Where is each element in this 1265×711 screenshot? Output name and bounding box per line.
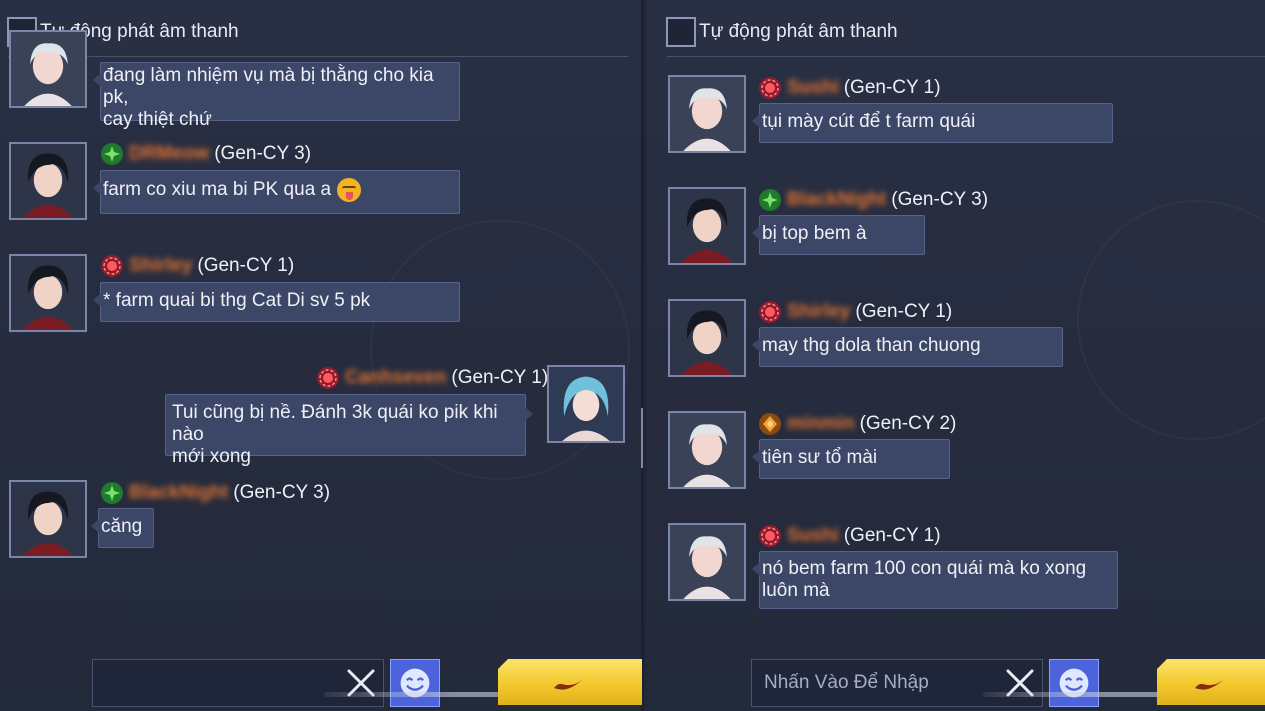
sender-line: Shirley (Gen-CY 1) xyxy=(758,299,952,325)
message-text: tụi mày cút để t farm quái xyxy=(762,111,976,132)
message-bubble[interactable]: * farm quai bi thg Cat Di sv 5 pk xyxy=(93,282,460,322)
red-sun-emblem-icon xyxy=(758,524,782,548)
sender-name[interactable]: BlackNight xyxy=(129,482,228,504)
silver-hair-avatar-icon[interactable] xyxy=(668,411,746,489)
message-bubble[interactable]: căng xyxy=(91,508,154,548)
sender-name[interactable]: Shirley xyxy=(129,255,192,277)
message-bubble[interactable]: Tui cũng bị nề. Đánh 3k quái ko pik khi … xyxy=(165,394,533,467)
server-tag: (Gen-CY 1) xyxy=(843,77,941,98)
server-tag: (Gen-CY 3) xyxy=(233,482,331,503)
sender-line: Sushi (Gen-CY 1) xyxy=(758,75,941,101)
sender-line: BlackNight (Gen-CY 3) xyxy=(758,187,988,213)
sender-line: Sushi (Gen-CY 1) xyxy=(758,523,941,549)
emoji-button[interactable] xyxy=(390,659,440,707)
background-decoration xyxy=(1077,200,1265,440)
silver-hair-avatar-icon[interactable] xyxy=(9,30,87,108)
sender-name[interactable]: minmin xyxy=(787,413,855,435)
message-text: bị top bem à xyxy=(762,223,867,244)
header-separator xyxy=(8,56,628,57)
orange-diamond-emblem-icon xyxy=(758,412,782,436)
auto-play-row: Tự động phát âm thanh xyxy=(666,17,898,47)
tongue-out-emoji-icon xyxy=(337,178,362,202)
chat-panel-left: Tự động phát âm thanh đang làm nhiệm vụ … xyxy=(0,0,644,711)
sender-name[interactable]: Sushi xyxy=(787,525,839,547)
message-bubble[interactable]: farm co xiu ma bi PK qua a xyxy=(93,170,460,214)
dark-hair-avatar-icon[interactable] xyxy=(9,142,87,220)
auto-play-label: Tự động phát âm thanh xyxy=(699,21,898,42)
red-sun-emblem-icon xyxy=(100,254,124,278)
message-text: may thg dola than chuong xyxy=(762,335,981,356)
message-bubble[interactable]: may thg dola than chuong xyxy=(752,327,1063,367)
server-tag: (Gen-CY 1) xyxy=(843,525,941,546)
sender-line: Canhseven (Gen-CY 1) xyxy=(316,365,548,391)
message-text: farm co xiu ma bi PK qua a xyxy=(103,179,332,201)
silver-hair-avatar-icon[interactable] xyxy=(668,75,746,153)
sender-line: minmin (Gen-CY 2) xyxy=(758,411,956,437)
message-text-line: Tui cũng bị nề. Đánh 3k quái ko pik khi … xyxy=(172,402,498,445)
dark-hair-avatar-icon[interactable] xyxy=(668,299,746,377)
server-tag: (Gen-CY 1) xyxy=(451,367,549,388)
chat-scrollbar[interactable] xyxy=(641,408,643,468)
message-text: tiên sư tổ mài xyxy=(762,447,878,468)
send-button[interactable] xyxy=(1157,659,1265,705)
server-tag: (Gen-CY 2) xyxy=(859,413,957,434)
message-text-line: nó bem farm 100 con quái mà ko xong xyxy=(762,558,1087,579)
sender-name[interactable]: DRMeow xyxy=(129,143,209,165)
server-tag: (Gen-CY 3) xyxy=(214,143,312,164)
green-star-emblem-icon xyxy=(758,188,782,212)
chat-input-right[interactable] xyxy=(751,659,1043,707)
message-text-line: cay thiệt chứ xyxy=(103,109,212,130)
sender-name[interactable]: Sushi xyxy=(787,77,839,99)
moon-icon xyxy=(554,678,584,690)
dark-hair-avatar-icon[interactable] xyxy=(668,187,746,265)
sender-name[interactable]: Shirley xyxy=(787,301,850,323)
send-button[interactable] xyxy=(498,659,642,705)
silver-hair-avatar-icon[interactable] xyxy=(668,523,746,601)
message-bubble[interactable]: bị top bem à xyxy=(752,215,925,255)
server-tag: (Gen-CY 1) xyxy=(855,301,953,322)
message-text-line: đang làm nhiệm vụ mà bị thằng cho kia pk… xyxy=(103,65,434,108)
sender-line: BlackNight (Gen-CY 3) xyxy=(100,480,330,506)
chat-panel-right: Tự động phát âm thanh Sushi (Gen-CY 1) t… xyxy=(647,0,1265,711)
red-sun-emblem-icon xyxy=(758,300,782,324)
message-text-line: mới xong xyxy=(172,446,251,467)
green-star-emblem-icon xyxy=(100,142,124,166)
server-tag: (Gen-CY 3) xyxy=(891,189,989,210)
red-sun-emblem-icon xyxy=(316,366,340,390)
auto-play-checkbox[interactable] xyxy=(666,17,696,47)
red-sun-emblem-icon xyxy=(758,76,782,100)
sender-line: Shirley (Gen-CY 1) xyxy=(100,253,294,279)
server-tag: (Gen-CY 1) xyxy=(197,255,295,276)
message-bubble[interactable]: tụi mày cút để t farm quái xyxy=(752,103,1113,143)
dark-hair-avatar-icon[interactable] xyxy=(9,254,87,332)
sender-name[interactable]: Canhseven xyxy=(345,367,446,389)
message-text: * farm quai bi thg Cat Di sv 5 pk xyxy=(103,290,371,311)
sender-name[interactable]: BlackNight xyxy=(787,189,886,211)
message-text-line: luôn mà xyxy=(762,580,830,601)
header-separator xyxy=(667,56,1265,57)
emoji-button[interactable] xyxy=(1049,659,1099,707)
message-bubble[interactable]: nó bem farm 100 con quái mà ko xong luôn… xyxy=(752,551,1118,609)
dark-hair-avatar-icon[interactable] xyxy=(9,480,87,558)
message-bubble[interactable]: tiên sư tổ mài xyxy=(752,439,950,479)
message-text: căng xyxy=(101,516,143,537)
blue-hair-girl-avatar-icon[interactable] xyxy=(547,365,625,443)
moon-icon xyxy=(1195,678,1225,690)
message-bubble[interactable]: đang làm nhiệm vụ mà bị thằng cho kia pk… xyxy=(93,62,460,130)
chat-input-left[interactable] xyxy=(92,659,384,707)
green-star-emblem-icon xyxy=(100,481,124,505)
sender-line: DRMeow (Gen-CY 3) xyxy=(100,141,311,167)
